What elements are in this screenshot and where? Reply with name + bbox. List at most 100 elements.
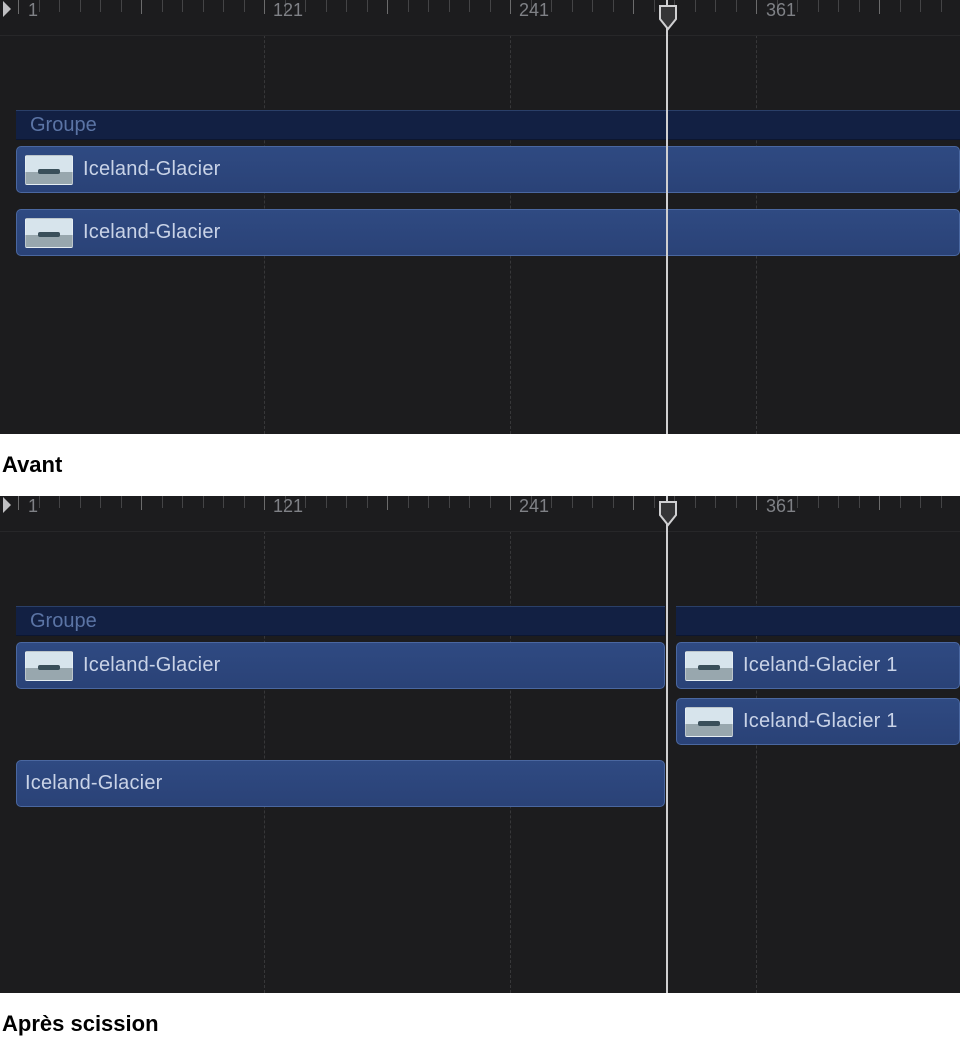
ruler-tick xyxy=(223,0,224,12)
clip-label: Iceland-Glacier 1 xyxy=(743,654,898,677)
ruler-tick xyxy=(469,0,470,12)
playhead[interactable] xyxy=(666,496,668,993)
timeline-ruler[interactable]: 1121241361 xyxy=(0,496,960,532)
timeline-clip[interactable]: Iceland-Glacier xyxy=(16,209,960,256)
group-header[interactable]: Groupe xyxy=(16,110,960,140)
ruler-tick xyxy=(695,0,696,12)
ruler-tick xyxy=(305,496,306,508)
group-label: Groupe xyxy=(30,114,97,137)
timeline-clip[interactable]: Iceland-Glacier xyxy=(16,760,665,807)
ruler-tick xyxy=(879,496,880,510)
timeline-panel-after: 1121241361 Groupe Iceland-GlacierIceland… xyxy=(0,496,960,993)
ruler-tick xyxy=(387,496,388,510)
ruler-tick xyxy=(613,0,614,12)
ruler-tick xyxy=(797,496,798,508)
clip-label: Iceland-Glacier xyxy=(83,221,221,244)
ruler-tick xyxy=(100,0,101,12)
ruler-tick xyxy=(182,496,183,508)
ruler-tick xyxy=(346,496,347,508)
ruler-tick xyxy=(244,496,245,508)
ruler-tick xyxy=(920,0,921,12)
clip-label: Iceland-Glacier xyxy=(25,772,163,795)
ruler-tick xyxy=(449,496,450,508)
ruler-tick xyxy=(510,496,511,510)
ruler-tick xyxy=(818,0,819,12)
ruler-tick xyxy=(797,0,798,12)
grid-line xyxy=(264,496,265,993)
group-header[interactable] xyxy=(676,606,960,636)
ruler-tick xyxy=(39,0,40,12)
clip-thumbnail xyxy=(685,707,733,737)
ruler-tick xyxy=(736,496,737,508)
caption-after: Après scission xyxy=(0,993,960,1041)
ruler-tick xyxy=(367,0,368,12)
ruler-tick xyxy=(510,0,511,14)
ruler-tick xyxy=(121,496,122,508)
ruler-tick xyxy=(633,496,634,510)
ruler-tick xyxy=(736,0,737,12)
ruler-tick xyxy=(941,496,942,508)
clip-thumbnail xyxy=(685,651,733,681)
ruler-tick xyxy=(223,496,224,508)
playback-start-icon[interactable] xyxy=(1,496,13,516)
caption-before: Avant xyxy=(0,434,960,482)
ruler-tick xyxy=(80,0,81,12)
ruler-tick xyxy=(264,496,265,510)
ruler-tick xyxy=(592,0,593,12)
ruler-tick xyxy=(490,496,491,508)
clip-label: Iceland-Glacier xyxy=(83,158,221,181)
ruler-tick xyxy=(900,496,901,508)
ruler-tick xyxy=(592,496,593,508)
ruler-tick xyxy=(141,496,142,510)
playhead-handle-icon[interactable] xyxy=(658,501,678,527)
ruler-tick xyxy=(879,0,880,14)
clip-thumbnail xyxy=(25,218,73,248)
ruler-tick xyxy=(326,496,327,508)
playhead[interactable] xyxy=(666,0,668,434)
ruler-number: 241 xyxy=(519,0,549,21)
ruler-tick xyxy=(654,0,655,12)
ruler-tick xyxy=(818,496,819,508)
ruler-tick xyxy=(141,0,142,14)
ruler-number: 241 xyxy=(519,496,549,517)
ruler-tick xyxy=(449,0,450,12)
ruler-tick xyxy=(551,496,552,508)
ruler-tick xyxy=(80,496,81,508)
timeline-clip[interactable]: Iceland-Glacier 1 xyxy=(676,642,960,689)
ruler-tick xyxy=(920,496,921,508)
timeline-ruler[interactable]: 1121241361 xyxy=(0,0,960,36)
timeline-clip[interactable]: Iceland-Glacier xyxy=(16,642,665,689)
timeline-clip[interactable]: Iceland-Glacier xyxy=(16,146,960,193)
ruler-tick xyxy=(469,496,470,508)
ruler-tick xyxy=(715,496,716,508)
ruler-tick xyxy=(264,0,265,14)
playhead-handle-icon[interactable] xyxy=(658,5,678,31)
grid-line xyxy=(510,496,511,993)
ruler-tick xyxy=(633,0,634,14)
ruler-tick xyxy=(695,496,696,508)
ruler-tick xyxy=(428,496,429,508)
ruler-number: 361 xyxy=(766,0,796,21)
clip-label: Iceland-Glacier 1 xyxy=(743,710,898,733)
ruler-number: 121 xyxy=(273,496,303,517)
ruler-tick xyxy=(838,496,839,508)
ruler-tick xyxy=(39,496,40,508)
ruler-tick xyxy=(244,0,245,12)
group-header[interactable]: Groupe xyxy=(16,606,665,636)
ruler-tick xyxy=(203,496,204,508)
ruler-tick xyxy=(572,496,573,508)
ruler-tick xyxy=(551,0,552,12)
ruler-tick xyxy=(18,496,19,510)
ruler-tick xyxy=(756,496,757,510)
ruler-tick xyxy=(203,0,204,12)
ruler-tick xyxy=(428,0,429,12)
ruler-tick xyxy=(18,0,19,14)
ruler-tick xyxy=(346,0,347,12)
ruler-tick xyxy=(408,0,409,12)
ruler-tick xyxy=(305,0,306,12)
playback-start-icon[interactable] xyxy=(1,0,13,20)
timeline-clip[interactable]: Iceland-Glacier 1 xyxy=(676,698,960,745)
ruler-tick xyxy=(182,0,183,12)
ruler-tick xyxy=(387,0,388,14)
ruler-number: 121 xyxy=(273,0,303,21)
